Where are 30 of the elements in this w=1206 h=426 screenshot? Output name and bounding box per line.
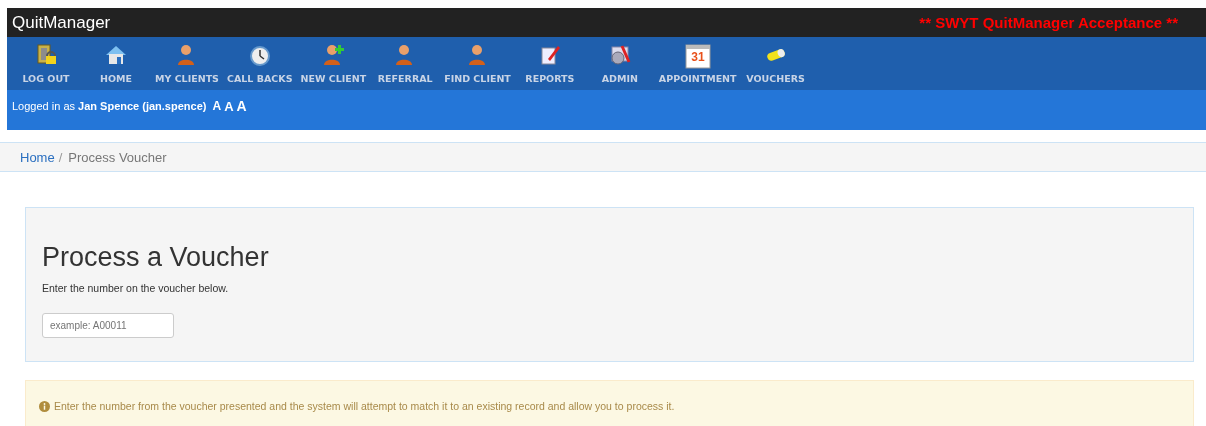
calendar-icon: 31 — [683, 42, 712, 70]
nav-item[interactable]: NEW CLIENT — [296, 37, 371, 90]
nav-item[interactable]: HOME — [81, 37, 151, 90]
nav-item[interactable]: CALL BACKS — [222, 37, 297, 90]
nav-item[interactable]: FIND CLIENT — [440, 37, 515, 90]
alert-text: Enter the number from the voucher presented and the system will attempt to match it to an existing record and allow you to process it. — [54, 400, 675, 412]
font-size-link[interactable]: A — [224, 98, 234, 114]
voucher-number-field[interactable]: example: A00011 — [42, 313, 174, 338]
nav-item[interactable]: LOG OUT — [11, 37, 81, 90]
padlock-door-icon — [34, 43, 58, 67]
breadcrumb-separator: / — [58, 149, 63, 165]
nav-item[interactable]: 31 APPOINTMENT — [654, 37, 741, 90]
nav-item[interactable]: REFERRAL — [370, 37, 441, 90]
nav-item[interactable]: REPORTS — [514, 37, 585, 90]
font-size-link[interactable]: A — [236, 98, 247, 114]
breadcrumb-current: Process Voucher — [68, 149, 167, 165]
app-title: QuitManager — [12, 12, 111, 33]
nav-item[interactable]: ADMIN — [584, 37, 655, 90]
nav-item[interactable]: MY CLIENTS — [151, 37, 223, 90]
breadcrumb-link[interactable]: Home — [20, 149, 55, 165]
font-size-link[interactable]: A — [212, 99, 222, 113]
panel-title: Process a Voucher — [42, 242, 270, 273]
clock-icon — [247, 43, 272, 67]
person-icon — [321, 43, 346, 67]
instruction-text: Enter the number on the voucher below. — [42, 282, 230, 294]
logged-in-text: Logged in as Jan Spence (jan.spence) — [12, 100, 207, 112]
info-icon — [39, 400, 50, 412]
house-icon — [104, 43, 128, 67]
nav-item[interactable]: VOUCHERS — [740, 37, 811, 90]
environment-label: ** SWYT QuitManager Acceptance ** — [919, 14, 1178, 31]
